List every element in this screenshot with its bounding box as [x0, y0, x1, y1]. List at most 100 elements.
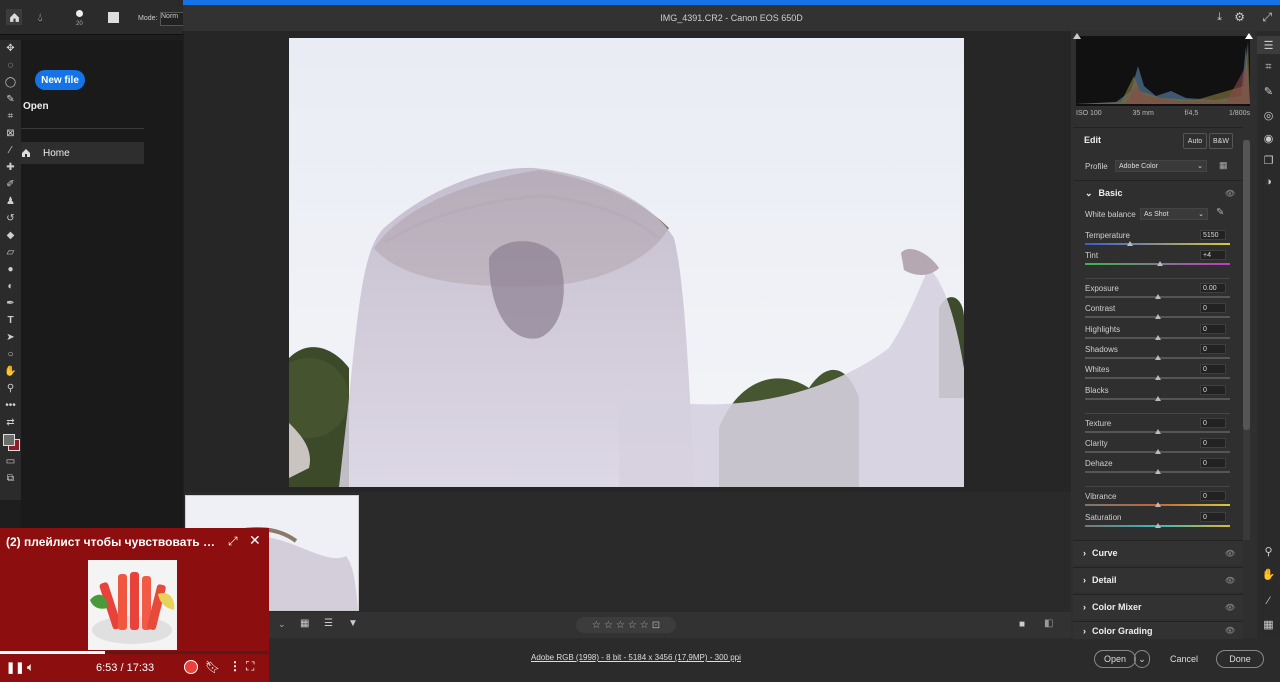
slider-thumb[interactable]: [1126, 241, 1133, 246]
panel-scrollbar[interactable]: [1243, 140, 1250, 540]
healing-tool-icon[interactable]: ✚: [0, 159, 21, 176]
cancel-button[interactable]: Cancel: [1160, 650, 1208, 668]
save-image-icon[interactable]: ⤓: [1217, 11, 1222, 24]
move-tool-icon[interactable]: ✥: [0, 40, 21, 57]
slider-value-input[interactable]: 0.00: [1200, 283, 1226, 293]
slider-thumb[interactable]: [1154, 523, 1161, 528]
marquee-tool-icon[interactable]: ◌: [0, 57, 21, 74]
slider-value-input[interactable]: +4: [1200, 250, 1226, 260]
done-button[interactable]: Done: [1216, 650, 1264, 668]
miniplayer-icon[interactable]: [184, 660, 198, 674]
lasso-tool-icon[interactable]: ◯: [0, 74, 21, 91]
shadow-clipping-icon[interactable]: [1073, 33, 1081, 39]
slider-value-input[interactable]: 0: [1200, 303, 1226, 313]
open-button[interactable]: Open: [1094, 650, 1136, 668]
eye-icon[interactable]: 👁︎: [1225, 576, 1235, 585]
eyedropper-icon[interactable]: ✎: [1216, 207, 1224, 218]
pen-tool-icon[interactable]: ✒: [0, 295, 21, 312]
eye-icon[interactable]: 👁︎: [1225, 603, 1235, 612]
slider-thumb[interactable]: [1154, 355, 1161, 360]
slider-thumb[interactable]: [1154, 449, 1161, 454]
zoom-icon[interactable]: ⚲: [1257, 542, 1280, 560]
slider-value-input[interactable]: 0: [1200, 512, 1226, 522]
video-title[interactable]: (2) плейлист чтобы чувствовать с...: [6, 535, 216, 549]
filter-icon[interactable]: ▼: [348, 618, 358, 629]
star-icon[interactable]: ☆: [616, 620, 625, 631]
open-link[interactable]: Open: [23, 101, 49, 112]
rating-stars[interactable]: ☆ ☆ ☆ ☆ ☆ ⊡: [576, 617, 676, 633]
highlight-clipping-icon[interactable]: [1245, 33, 1253, 39]
fullscreen-video-icon[interactable]: ⛶: [246, 659, 254, 674]
slider-value-input[interactable]: 0: [1200, 458, 1226, 468]
star-icon[interactable]: ☆: [592, 620, 601, 631]
eye-icon[interactable]: 👁︎: [1225, 549, 1235, 558]
profile-browser-icon[interactable]: ▦: [1219, 160, 1228, 171]
home-icon[interactable]: [6, 9, 22, 25]
mode-select[interactable]: Norm: [160, 12, 184, 26]
before-after-icon[interactable]: ■: [1019, 619, 1025, 630]
star-icon[interactable]: ☆: [628, 620, 637, 631]
bw-button[interactable]: B&W: [1209, 133, 1233, 149]
slider-value-input[interactable]: 0: [1200, 344, 1226, 354]
color-swatches[interactable]: [0, 431, 21, 453]
grid-icon[interactable]: ▦: [1257, 615, 1280, 633]
history-brush-tool-icon[interactable]: ↺: [0, 210, 21, 227]
quick-mask-icon[interactable]: ▭: [0, 453, 21, 470]
new-file-button[interactable]: New file: [35, 70, 85, 90]
eye-icon[interactable]: 👁︎: [1225, 189, 1235, 198]
sidebar-item-home[interactable]: Home: [21, 142, 144, 164]
fullscreen-icon[interactable]: ⤢: [1262, 10, 1272, 25]
slider-value-input[interactable]: 0: [1200, 491, 1226, 501]
blur-tool-icon[interactable]: ●: [0, 261, 21, 278]
hand-icon[interactable]: ✋: [1257, 565, 1280, 583]
video-progress-bar[interactable]: [0, 651, 269, 654]
sampler-icon[interactable]: ⁄: [1257, 592, 1280, 610]
hand-tool-icon[interactable]: ✋: [0, 363, 21, 380]
screen-mode-icon[interactable]: ⧉: [0, 470, 21, 487]
slider-thumb[interactable]: [1154, 294, 1161, 299]
crop-icon[interactable]: ⌗: [1257, 58, 1280, 76]
gear-icon[interactable]: ⚙: [1234, 10, 1245, 24]
pause-icon[interactable]: ❚❚: [6, 661, 24, 674]
slider-thumb[interactable]: [1154, 375, 1161, 380]
foreground-color-swatch[interactable]: [3, 434, 15, 446]
brush-tool-icon[interactable]: ✐: [0, 176, 21, 193]
slider-thumb[interactable]: [1154, 502, 1161, 507]
slider-thumb[interactable]: [1157, 261, 1164, 266]
healing-icon[interactable]: ✎: [1257, 82, 1280, 100]
eraser-tool-icon[interactable]: ◆: [0, 227, 21, 244]
more-options-icon[interactable]: ⋮: [229, 659, 241, 673]
eye-icon[interactable]: 👁︎: [1225, 626, 1235, 635]
type-tool-icon[interactable]: T: [0, 312, 21, 329]
close-icon[interactable]: ✕: [249, 532, 261, 549]
slider-thumb[interactable]: [1154, 429, 1161, 434]
red-eye-icon[interactable]: ◉: [1257, 129, 1280, 147]
section-detail[interactable]: › Detail 👁︎: [1073, 567, 1243, 592]
slider-thumb[interactable]: [1154, 396, 1161, 401]
slider-value-input[interactable]: 0: [1200, 418, 1226, 428]
section-color-mixer[interactable]: › Color Mixer 👁︎: [1073, 594, 1243, 619]
edit-sliders-icon[interactable]: ☰: [1257, 36, 1280, 54]
section-curve[interactable]: › Curve 👁︎: [1073, 540, 1243, 565]
profile-select[interactable]: Adobe Color ⌄: [1115, 160, 1207, 172]
crop-tool-icon[interactable]: ⌗: [0, 108, 21, 125]
filmstrip-menu-icon[interactable]: ⌄: [278, 619, 286, 630]
slider-value-input[interactable]: 0: [1200, 438, 1226, 448]
volume-icon[interactable]: 🔈︎: [27, 660, 34, 675]
white-balance-select[interactable]: As Shot ⌄: [1140, 208, 1208, 220]
open-dropdown-icon[interactable]: ⌄: [1134, 650, 1150, 668]
shape-tool-icon[interactable]: ○: [0, 346, 21, 363]
stamp-tool-icon[interactable]: ♟: [0, 193, 21, 210]
section-basic-header[interactable]: ⌄ Basic 👁︎: [1073, 180, 1243, 205]
snapshots-icon[interactable]: ❐: [1257, 151, 1280, 169]
more-tools-icon[interactable]: •••: [0, 397, 21, 414]
eyedropper-tool-icon[interactable]: ⁄: [0, 142, 21, 159]
masking-icon[interactable]: ◎: [1257, 106, 1280, 124]
brush-preset-icon[interactable]: [76, 10, 83, 17]
star-icon[interactable]: ☆: [640, 620, 649, 631]
swap-colors-icon[interactable]: ⇄: [0, 414, 21, 431]
toggle-view-icon[interactable]: ◧: [1044, 618, 1053, 629]
workflow-options-link[interactable]: Adobe RGB (1998) - 8 bit - 5184 x 3456 (…: [531, 653, 741, 662]
brush-settings-icon[interactable]: [108, 12, 119, 23]
zoom-tool-icon[interactable]: ⚲: [0, 380, 21, 397]
